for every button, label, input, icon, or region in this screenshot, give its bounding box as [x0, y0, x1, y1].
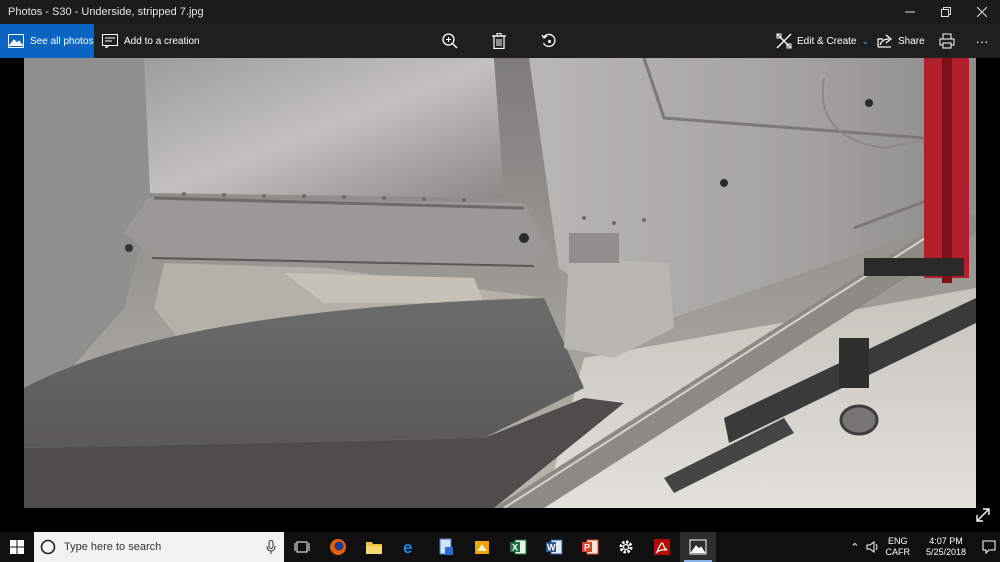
- excel-icon: X: [510, 539, 527, 555]
- taskbar-photos[interactable]: [680, 532, 716, 562]
- task-view-icon: [294, 541, 310, 553]
- minimize-icon: [905, 11, 915, 13]
- photo-viewer: [0, 58, 1000, 532]
- taskbar-excel[interactable]: X: [500, 532, 536, 562]
- task-view-button[interactable]: [284, 532, 320, 562]
- see-all-photos-label: See all photos: [30, 35, 94, 47]
- expand-icon: [976, 508, 990, 522]
- svg-text:P: P: [584, 543, 590, 553]
- taskbar-app-6[interactable]: [464, 532, 500, 562]
- maximize-button[interactable]: [928, 0, 964, 24]
- taskbar-acrobat[interactable]: [644, 532, 680, 562]
- gear-icon: [619, 540, 633, 554]
- edit-create-icon: [776, 33, 792, 49]
- zoom-in-icon: [442, 33, 458, 49]
- input-language[interactable]: ENG CAFR: [886, 536, 911, 558]
- svg-text:W: W: [547, 543, 556, 553]
- add-to-creation-button[interactable]: Add to a creation: [100, 24, 200, 58]
- language-code: ENG: [887, 536, 908, 546]
- clock[interactable]: 4:07 PM 5/25/2018: [916, 536, 976, 558]
- word-icon: W: [546, 539, 563, 555]
- svg-text:X: X: [512, 543, 518, 553]
- add-creation-label: Add to a creation: [124, 35, 200, 47]
- close-button[interactable]: [964, 0, 1000, 24]
- cortana-icon: [40, 539, 56, 555]
- system-tray: ⌃ ENG CAFR 4:07 PM 5/25/2018: [850, 532, 1000, 562]
- notification-icon[interactable]: [982, 540, 996, 554]
- delete-button[interactable]: [485, 24, 513, 58]
- window-title: Photos - S30 - Underside, stripped 7.jpg: [8, 6, 204, 18]
- clock-date: 5/25/2018: [925, 547, 967, 557]
- more-options-button[interactable]: ···: [968, 24, 996, 58]
- taskbar-settings[interactable]: [608, 532, 644, 562]
- firefox-icon: [330, 539, 346, 555]
- start-button[interactable]: [0, 532, 34, 562]
- acrobat-icon: [654, 539, 670, 555]
- trash-icon: [492, 33, 506, 49]
- powerpoint-icon: P: [582, 539, 599, 555]
- taskbar-app-5[interactable]: [428, 532, 464, 562]
- taskbar-word[interactable]: W: [536, 532, 572, 562]
- rotate-icon: [541, 33, 556, 48]
- taskbar: Type here to search e X W P ⌃ ENG CAFR 4…: [0, 532, 1000, 562]
- title-bar: Photos - S30 - Underside, stripped 7.jpg: [0, 0, 1000, 24]
- share-button[interactable]: Share: [877, 24, 925, 58]
- keyboard-layout: CAFR: [885, 547, 911, 557]
- app-yellow-icon: [475, 541, 489, 554]
- restore-icon: [941, 7, 951, 17]
- edit-create-button[interactable]: Edit & Create ⌄: [776, 24, 869, 58]
- add-creation-icon: [102, 34, 118, 48]
- share-icon: [877, 34, 892, 48]
- rotate-button[interactable]: [535, 24, 563, 58]
- print-button[interactable]: [933, 24, 961, 58]
- photo-toolbar: See all photos Add to a creation Edit & …: [0, 24, 1000, 58]
- volume-icon[interactable]: [866, 541, 880, 553]
- printer-icon: [939, 33, 955, 49]
- share-label: Share: [898, 35, 925, 47]
- taskbar-edge[interactable]: e: [392, 532, 428, 562]
- clock-time: 4:07 PM: [929, 536, 963, 546]
- show-hidden-icons-button[interactable]: ⌃: [850, 541, 859, 554]
- car-underside-photo[interactable]: [24, 58, 976, 508]
- svg-text:e: e: [403, 538, 412, 556]
- taskbar-powerpoint[interactable]: P: [572, 532, 608, 562]
- zoom-button[interactable]: [436, 24, 464, 58]
- minimize-button[interactable]: [892, 0, 928, 24]
- search-placeholder: Type here to search: [64, 541, 162, 553]
- taskbar-firefox[interactable]: [320, 532, 356, 562]
- photo-image: [24, 58, 976, 508]
- app-document-icon: [439, 538, 453, 555]
- folder-icon: [366, 542, 382, 554]
- taskbar-search-box[interactable]: Type here to search: [34, 532, 284, 562]
- fullscreen-button[interactable]: [974, 506, 992, 524]
- edit-create-label: Edit & Create: [797, 35, 857, 47]
- microphone-icon[interactable]: [266, 540, 276, 554]
- photos-app-icon: [689, 539, 707, 555]
- photos-icon: [8, 34, 24, 48]
- taskbar-file-explorer[interactable]: [356, 532, 392, 562]
- see-all-photos-button[interactable]: See all photos: [0, 24, 94, 58]
- windows-logo-icon: [10, 540, 24, 554]
- edge-icon: e: [403, 538, 412, 556]
- chevron-down-icon: ⌄: [861, 35, 870, 46]
- close-icon: [977, 7, 987, 17]
